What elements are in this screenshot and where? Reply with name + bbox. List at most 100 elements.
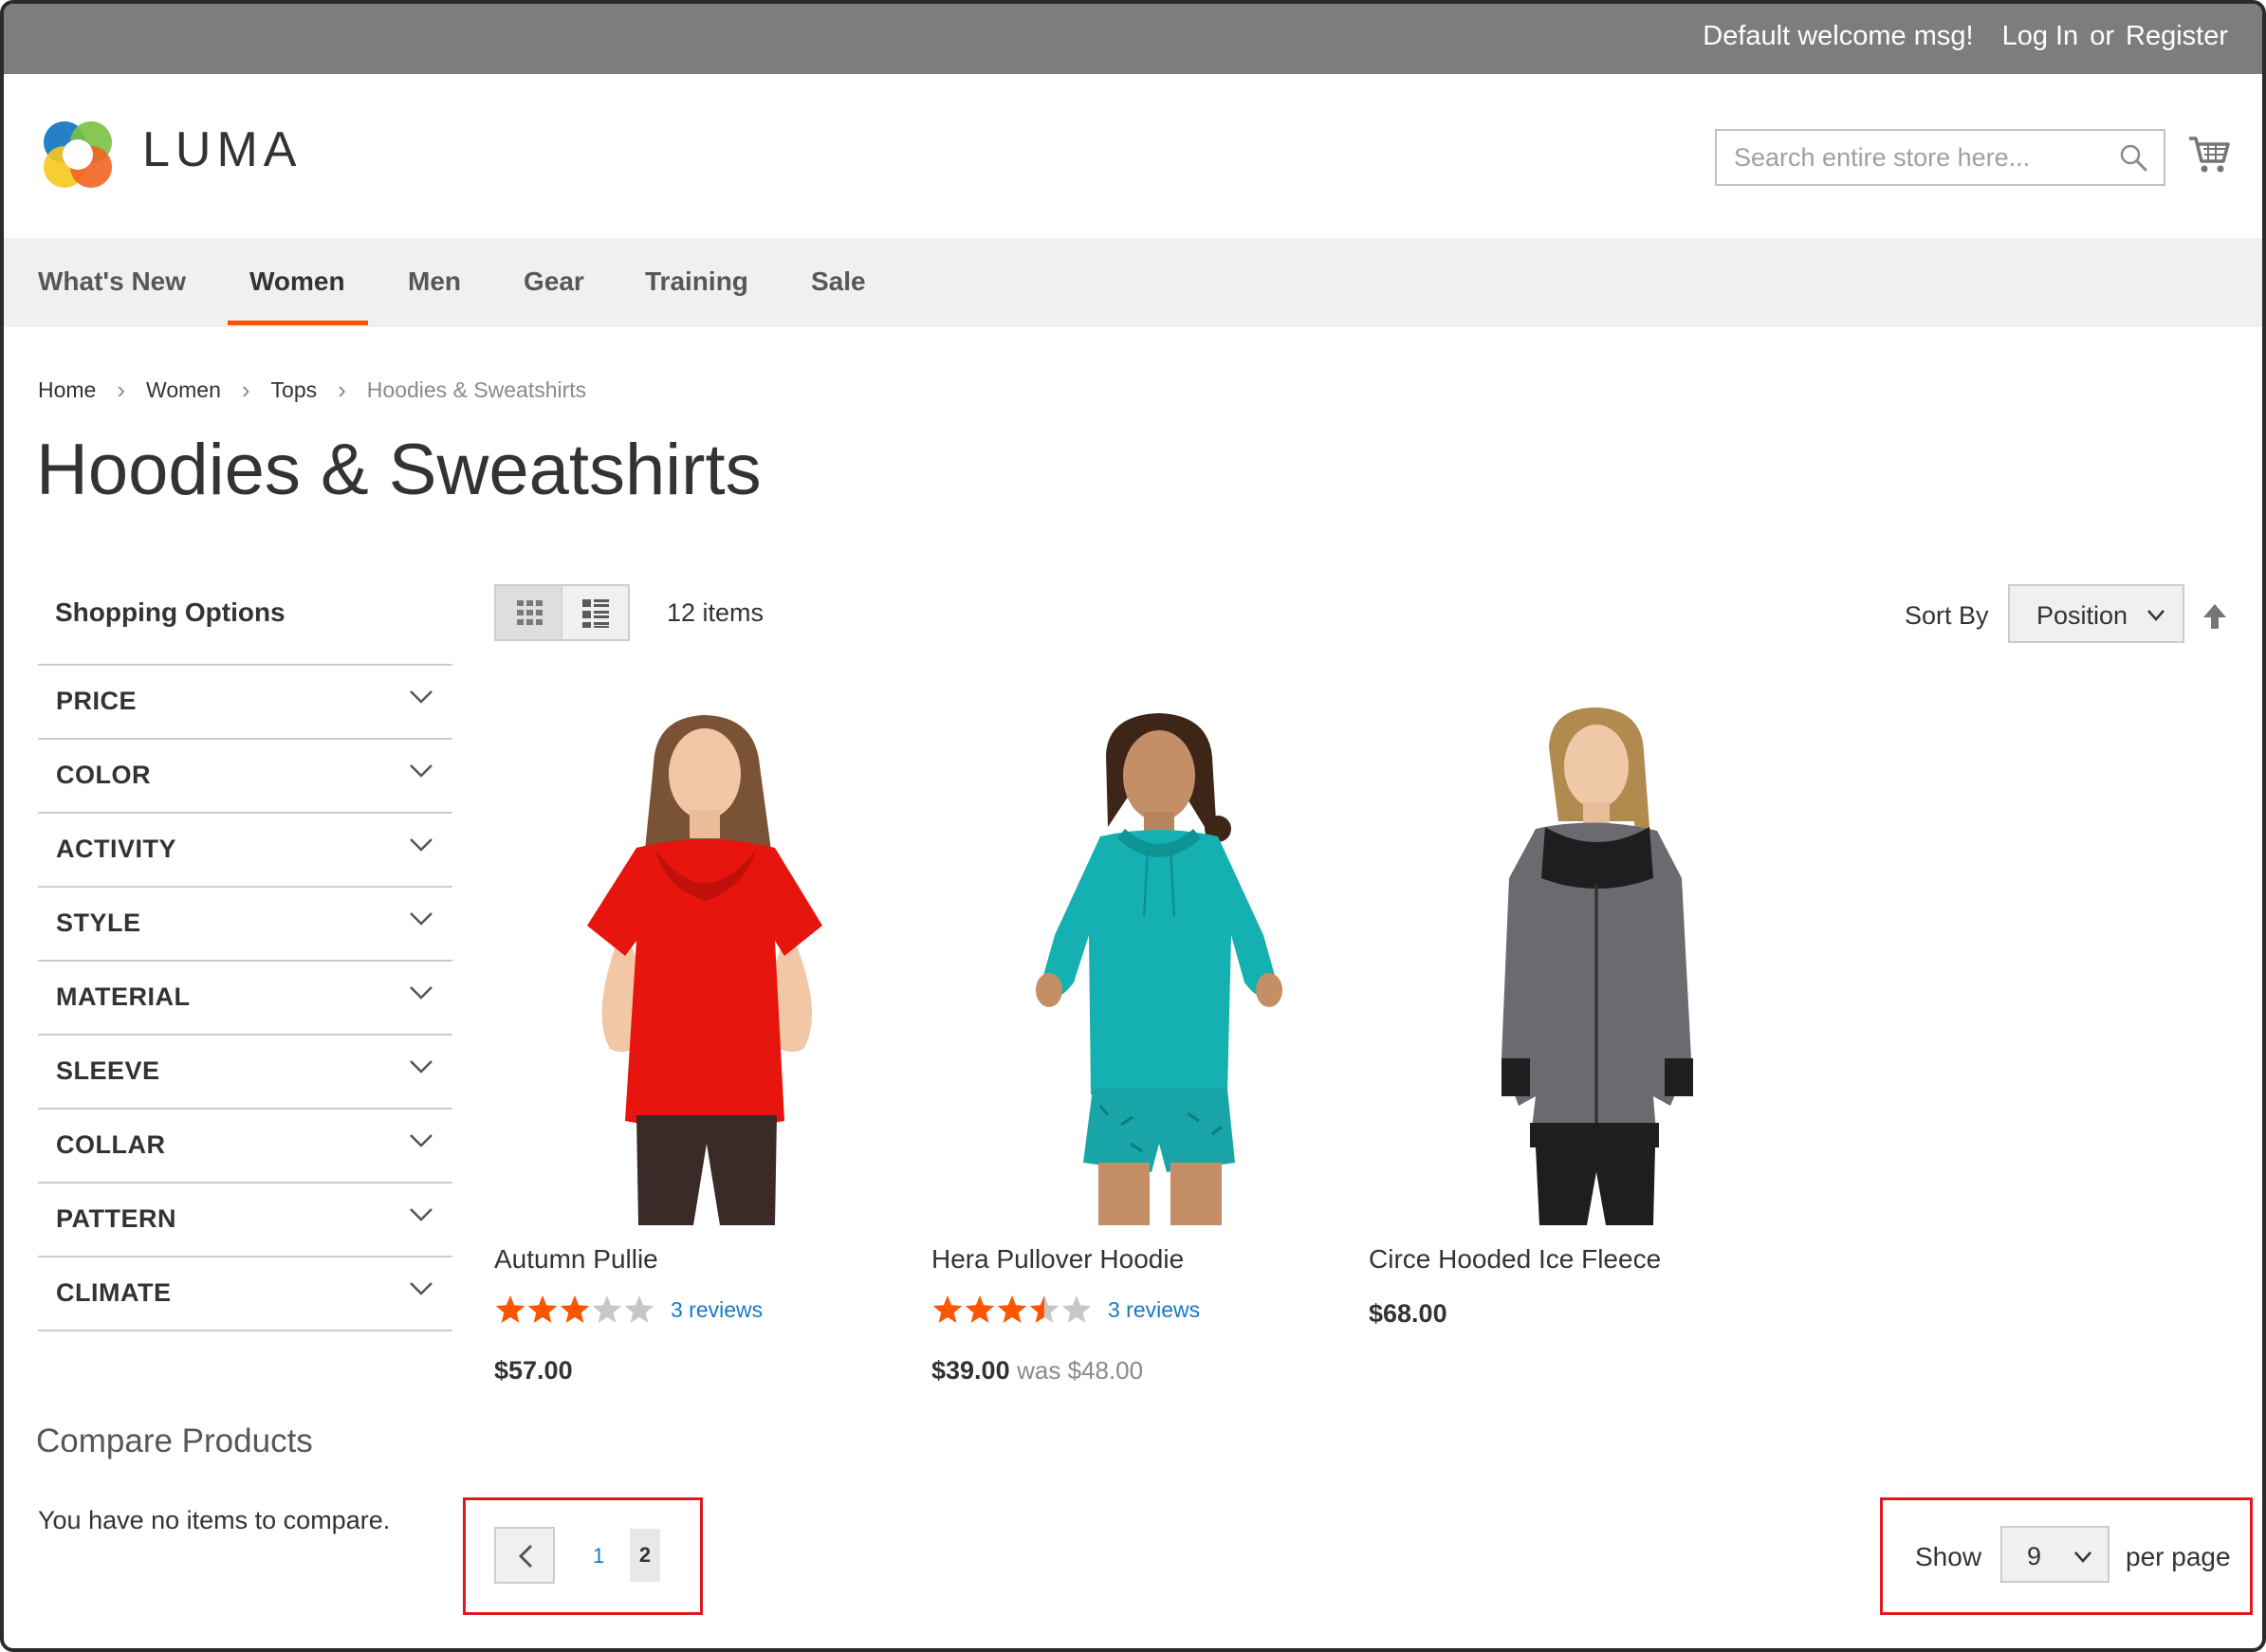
filter-label: PRICE (56, 687, 138, 715)
product-name[interactable]: Hera Pullover Hoodie (931, 1244, 1184, 1275)
filter-activity[interactable]: ACTIVITY (38, 812, 452, 886)
nav-item-women[interactable]: Women (249, 266, 345, 297)
chevron-down-icon (410, 1208, 433, 1221)
product-rating: 3 reviews (931, 1294, 1200, 1326)
filter-label: MATERIAL (56, 982, 191, 1011)
page: Default welcome msg! Log In or Register … (0, 0, 2266, 1652)
register-link[interactable]: Register (2126, 21, 2228, 52)
filter-style[interactable]: STYLE (38, 886, 452, 960)
sort-direction-arrow-up-icon[interactable] (2201, 601, 2229, 632)
nav-item-gear[interactable]: Gear (524, 266, 584, 297)
final-price: $68.00 (1369, 1299, 1447, 1328)
star-filled-icon (560, 1295, 590, 1323)
limiter-select[interactable]: 9 (2000, 1526, 2109, 1583)
final-price: $39.00 (931, 1356, 1010, 1385)
filter-collar[interactable]: COLLAR (38, 1108, 452, 1182)
filter-label: CLIMATE (56, 1278, 172, 1307)
star-empty-icon (1061, 1295, 1092, 1323)
filter-material[interactable]: MATERIAL (38, 960, 452, 1034)
star-filled-icon (527, 1295, 558, 1323)
nav-active-indicator (228, 321, 368, 325)
list-icon (582, 599, 609, 628)
sort-by-value: Position (2036, 601, 2128, 630)
nav-item-sale[interactable]: Sale (811, 266, 866, 297)
rating-stars-icon (932, 1295, 1092, 1323)
reviews-link[interactable]: 3 reviews (671, 1297, 763, 1323)
product-name[interactable]: Circe Hooded Ice Fleece (1369, 1244, 1661, 1275)
grid-view-button[interactable] (496, 586, 562, 639)
product-price: $57.00 (494, 1356, 573, 1386)
main-navigation: What's New Women Men Gear Training Sale (4, 238, 2262, 327)
chevron-down-icon (410, 1060, 433, 1074)
breadcrumb-home[interactable]: Home (38, 377, 96, 403)
page-title: Hoodies & Sweatshirts (36, 430, 762, 510)
filter-label: SLEEVE (56, 1056, 160, 1085)
sort-by-select[interactable]: Position (2008, 584, 2184, 643)
view-mode-switcher (494, 584, 630, 641)
filter-climate[interactable]: CLIMATE (38, 1256, 452, 1330)
chevron-left-icon (518, 1544, 533, 1569)
filter-sleeve[interactable]: SLEEVE (38, 1034, 452, 1108)
star-empty-icon (624, 1295, 654, 1323)
breadcrumb-women[interactable]: Women (146, 377, 221, 403)
reviews-link[interactable]: 3 reviews (1108, 1297, 1200, 1323)
filter-label: STYLE (56, 909, 141, 937)
old-price: was $48.00 (1017, 1356, 1144, 1385)
pager-previous-button[interactable] (494, 1527, 555, 1584)
filter-label: PATTERN (56, 1204, 176, 1233)
search-icon[interactable] (2118, 142, 2148, 173)
pager-page-1[interactable]: 1 (593, 1544, 604, 1569)
final-price: $57.00 (494, 1356, 573, 1385)
compare-empty-message: You have no items to compare. (38, 1506, 391, 1534)
chevron-down-icon (410, 986, 433, 1000)
star-filled-icon (965, 1295, 995, 1323)
product-image[interactable] (931, 698, 1339, 1225)
product-image[interactable] (494, 698, 902, 1225)
chevron-down-icon (410, 1282, 433, 1295)
limiter-show-label: Show (1915, 1542, 1982, 1571)
shopping-options-title: Shopping Options (55, 597, 286, 627)
compare-products-title: Compare Products (36, 1423, 313, 1459)
breadcrumb-tops[interactable]: Tops (271, 377, 318, 403)
chevron-down-icon (2147, 610, 2165, 621)
breadcrumb-separator-icon: › (241, 376, 250, 404)
grid-icon (517, 600, 543, 625)
breadcrumb: Home › Women › Tops › Hoodies & Sweatshi… (38, 376, 586, 405)
cart-icon[interactable] (2187, 133, 2231, 174)
limiter-value: 9 (2027, 1542, 2042, 1570)
star-filled-icon (932, 1295, 963, 1323)
login-link[interactable]: Log In (2002, 21, 2079, 52)
filter-divider (38, 1330, 452, 1331)
product-image[interactable] (1369, 698, 1777, 1225)
filter-label: COLOR (56, 761, 151, 789)
filter-price[interactable]: PRICE (38, 664, 452, 738)
search-input[interactable] (1717, 131, 2096, 184)
nav-item-men[interactable]: Men (408, 266, 461, 297)
header-panel: Default welcome msg! Log In or Register (4, 4, 2262, 74)
list-view-button[interactable] (563, 586, 628, 639)
product-price: $39.00 was $48.00 (931, 1356, 1143, 1386)
filter-color[interactable]: COLOR (38, 738, 452, 812)
chevron-down-icon (410, 1134, 433, 1147)
chevron-down-icon (410, 912, 433, 926)
sort-by-label: Sort By (1905, 601, 1989, 630)
breadcrumb-separator-icon: › (117, 376, 126, 404)
nav-item-training[interactable]: Training (645, 266, 748, 297)
logo-text[interactable]: LUMA (142, 121, 302, 178)
chevron-down-icon (410, 690, 433, 704)
product-name[interactable]: Autumn Pullie (494, 1244, 658, 1275)
nav-item-whats-new[interactable]: What's New (38, 266, 186, 297)
search-box (1715, 129, 2165, 186)
chevron-down-icon (410, 764, 433, 778)
filter-label: COLLAR (56, 1130, 166, 1159)
or-text: or (2090, 21, 2114, 51)
luma-logo-icon[interactable] (38, 114, 118, 193)
limiter-per-page-label: per page (2126, 1542, 2231, 1571)
chevron-down-icon (410, 838, 433, 852)
star-filled-icon (495, 1295, 525, 1323)
breadcrumb-current: Hoodies & Sweatshirts (366, 377, 587, 402)
filter-pattern[interactable]: PATTERN (38, 1182, 452, 1256)
breadcrumb-separator-icon: › (338, 376, 346, 404)
pager-current-page: 2 (630, 1529, 660, 1582)
chevron-down-icon (2074, 1551, 2091, 1563)
